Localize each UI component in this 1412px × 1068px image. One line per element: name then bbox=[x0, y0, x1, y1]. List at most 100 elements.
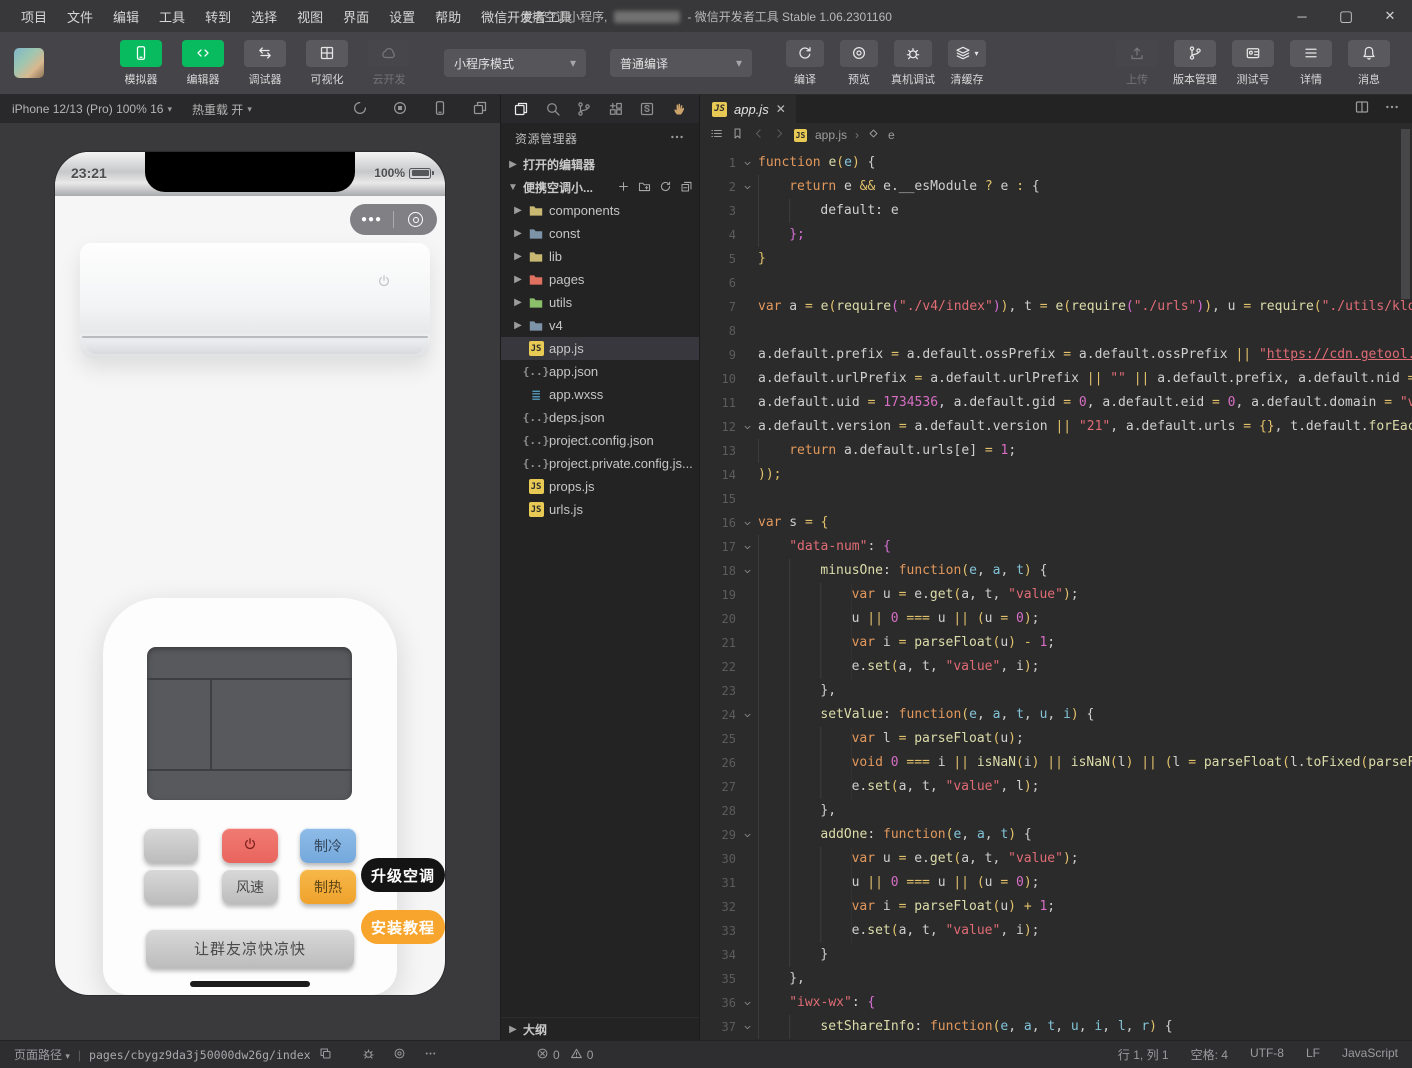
fold-icon[interactable] bbox=[736, 823, 758, 847]
code-area[interactable]: 1function e(e) {2return e && e.__esModul… bbox=[700, 147, 1412, 1040]
file-app.json[interactable]: {..}app.json bbox=[501, 360, 699, 383]
capsule-more-button[interactable]: ●●● bbox=[350, 214, 393, 225]
install-tutorial-pill[interactable]: 安装教程 bbox=[361, 910, 445, 944]
nav-forward-icon[interactable] bbox=[773, 127, 786, 143]
close-tab-icon[interactable]: ✕ bbox=[776, 102, 786, 116]
device-debug-button[interactable]: 真机调试 bbox=[891, 40, 935, 87]
fold-icon[interactable] bbox=[736, 559, 758, 583]
code-line-35[interactable]: 35}, bbox=[700, 967, 1412, 991]
code-line-34[interactable]: 34} bbox=[700, 943, 1412, 967]
detach-window-icon[interactable] bbox=[472, 100, 488, 119]
code-line-29[interactable]: 29addOne: function(e, a, t) { bbox=[700, 823, 1412, 847]
upgrade-ac-pill[interactable]: 升级空调 bbox=[361, 858, 445, 892]
git-branch-icon[interactable] bbox=[576, 101, 592, 117]
capsule-close-button[interactable] bbox=[394, 212, 437, 227]
blank-button-1[interactable] bbox=[144, 828, 198, 863]
folder-components[interactable]: ▶components bbox=[501, 199, 699, 222]
split-editor-icon[interactable] bbox=[1354, 99, 1370, 120]
nav-back-icon[interactable] bbox=[752, 127, 765, 143]
eol[interactable]: LF bbox=[1306, 1046, 1320, 1063]
share-button[interactable]: 让群友凉快凉快 bbox=[146, 929, 354, 968]
code-line-28[interactable]: 28}, bbox=[700, 799, 1412, 823]
new-folder-icon[interactable] bbox=[638, 180, 651, 196]
search-icon[interactable] bbox=[545, 101, 561, 117]
page-path-selector[interactable]: 页面路径 ▾ bbox=[14, 1046, 70, 1063]
fold-icon[interactable] bbox=[736, 415, 758, 439]
menu-item-1[interactable]: 文件 bbox=[58, 3, 102, 30]
bookmark-icon[interactable] bbox=[731, 127, 744, 143]
visualize-button[interactable]: 可视化 bbox=[301, 40, 353, 87]
code-line-13[interactable]: 13return a.default.urls[e] = 1; bbox=[700, 439, 1412, 463]
open-editors-section[interactable]: ▶ 打开的编辑器 bbox=[501, 153, 699, 176]
file-props.js[interactable]: JSprops.js bbox=[501, 475, 699, 498]
compile-button[interactable]: 编译 bbox=[783, 40, 827, 87]
clear-cache-button[interactable]: ▾清缓存 bbox=[945, 40, 989, 87]
breadcrumb-file[interactable]: app.js bbox=[815, 128, 847, 142]
code-line-18[interactable]: 18minusOne: function(e, a, t) { bbox=[700, 559, 1412, 583]
folder-const[interactable]: ▶const bbox=[501, 222, 699, 245]
details-button[interactable]: 详情 bbox=[1287, 40, 1335, 87]
fan-speed-button[interactable]: 风速 bbox=[222, 869, 278, 904]
code-line-36[interactable]: 36"iwx-wx": { bbox=[700, 991, 1412, 1015]
hot-reload-selector[interactable]: 热重载 开 ▾ bbox=[192, 101, 252, 118]
code-line-4[interactable]: 4}; bbox=[700, 223, 1412, 247]
file-deps.json[interactable]: {..}deps.json bbox=[501, 406, 699, 429]
code-line-25[interactable]: 25var l = parseFloat(u); bbox=[700, 727, 1412, 751]
code-line-8[interactable]: 8 bbox=[700, 319, 1412, 343]
applet-mode-dropdown[interactable]: 小程序模式 ▾ bbox=[444, 49, 586, 77]
menu-item-4[interactable]: 转到 bbox=[196, 3, 240, 30]
heat-button[interactable]: 制热 bbox=[300, 869, 356, 904]
menu-item-8[interactable]: 设置 bbox=[380, 3, 424, 30]
user-avatar[interactable] bbox=[14, 48, 44, 78]
close-window-button[interactable]: ✕ bbox=[1368, 0, 1412, 32]
preview-button[interactable]: 预览 bbox=[837, 40, 881, 87]
code-line-10[interactable]: 10a.default.urlPrefix = a.default.urlPre… bbox=[700, 367, 1412, 391]
copy-path-icon[interactable] bbox=[319, 1047, 332, 1063]
reload-icon[interactable] bbox=[352, 100, 368, 119]
cool-button[interactable]: 制冷 bbox=[300, 828, 356, 863]
fold-icon[interactable] bbox=[736, 511, 758, 535]
code-line-2[interactable]: 2return e && e.__esModule ? e : { bbox=[700, 175, 1412, 199]
message-button[interactable]: 消息 bbox=[1345, 40, 1393, 87]
code-line-17[interactable]: 17"data-num": { bbox=[700, 535, 1412, 559]
file-urls.js[interactable]: JSurls.js bbox=[501, 498, 699, 521]
skyline-icon[interactable] bbox=[639, 101, 655, 117]
more-icon[interactable] bbox=[669, 129, 685, 148]
menu-item-10[interactable]: 微信开发者工具 bbox=[472, 3, 581, 30]
vconsole-icon[interactable] bbox=[362, 1047, 375, 1063]
code-line-19[interactable]: 19var u = e.get(a, t, "value"); bbox=[700, 583, 1412, 607]
fold-icon[interactable] bbox=[736, 991, 758, 1015]
code-line-27[interactable]: 27e.set(a, t, "value", l); bbox=[700, 775, 1412, 799]
debugger-button[interactable]: 调试器 bbox=[239, 40, 291, 87]
files-icon[interactable] bbox=[513, 101, 529, 117]
power-button[interactable] bbox=[222, 828, 278, 863]
language-mode[interactable]: JavaScript bbox=[1342, 1046, 1398, 1063]
code-line-9[interactable]: 9a.default.prefix = a.default.ossPrefix … bbox=[700, 343, 1412, 367]
code-line-33[interactable]: 33e.set(a, t, "value", i); bbox=[700, 919, 1412, 943]
indent-size[interactable]: 空格: 4 bbox=[1191, 1046, 1228, 1063]
encoding[interactable]: UTF-8 bbox=[1250, 1046, 1284, 1063]
file-app.js[interactable]: JSapp.js bbox=[501, 337, 699, 360]
folder-lib[interactable]: ▶lib bbox=[501, 245, 699, 268]
code-line-23[interactable]: 23}, bbox=[700, 679, 1412, 703]
folder-v4[interactable]: ▶v4 bbox=[501, 314, 699, 337]
version-manage-button[interactable]: 版本管理 bbox=[1171, 40, 1219, 87]
file-project.private.config.js...[interactable]: {..}project.private.config.js... bbox=[501, 452, 699, 475]
record-icon[interactable] bbox=[392, 100, 408, 119]
code-line-15[interactable]: 15 bbox=[700, 487, 1412, 511]
menu-item-2[interactable]: 编辑 bbox=[104, 3, 148, 30]
hand-icon[interactable] bbox=[671, 101, 687, 117]
code-line-30[interactable]: 30var u = e.get(a, t, "value"); bbox=[700, 847, 1412, 871]
code-line-1[interactable]: 1function e(e) { bbox=[700, 151, 1412, 175]
tab-appjs[interactable]: JS app.js ✕ bbox=[700, 95, 796, 123]
more-icon[interactable] bbox=[424, 1047, 437, 1063]
more-actions-icon[interactable] bbox=[1384, 99, 1400, 120]
blank-button-2[interactable] bbox=[144, 869, 198, 904]
fold-icon[interactable] bbox=[736, 175, 758, 199]
folder-utils[interactable]: ▶utils bbox=[501, 291, 699, 314]
fold-icon[interactable] bbox=[736, 1015, 758, 1039]
outline-section[interactable]: ▶ 大纲 bbox=[501, 1017, 699, 1040]
code-line-24[interactable]: 24setValue: function(e, a, t, u, i) { bbox=[700, 703, 1412, 727]
code-line-22[interactable]: 22e.set(a, t, "value", i); bbox=[700, 655, 1412, 679]
code-line-12[interactable]: 12a.default.version = a.default.version … bbox=[700, 415, 1412, 439]
